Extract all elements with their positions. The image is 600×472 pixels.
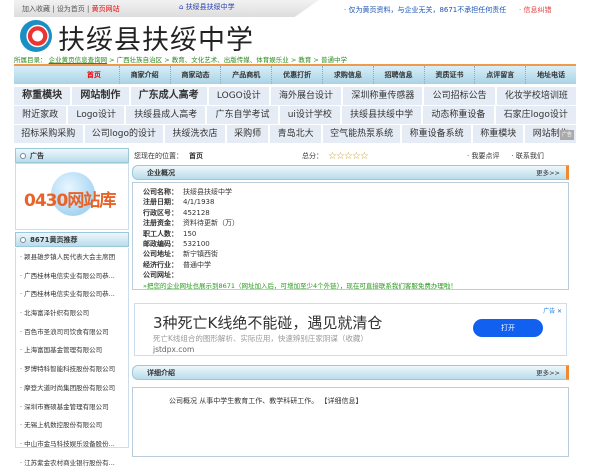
- nav-item[interactable]: 招聘信息: [372, 66, 424, 84]
- rating-stars[interactable]: ☆☆☆☆☆: [328, 151, 369, 162]
- recommend-header: 8671黄页推荐: [15, 232, 129, 247]
- info-row: 公司网址：: [143, 271, 178, 280]
- tag-link[interactable]: 石家庄logo设计: [495, 106, 576, 124]
- info-row: 邮政编码： 532100: [143, 239, 210, 248]
- tag-link[interactable]: 动态称重设备: [423, 106, 494, 124]
- tag-link[interactable]: 深圳称重传感器: [343, 87, 423, 105]
- tag-link[interactable]: 扶绥县成人高考: [126, 106, 206, 124]
- tag-link[interactable]: 网站制作: [72, 87, 129, 105]
- nav-item[interactable]: 求购信息: [321, 66, 373, 84]
- site-name-link[interactable]: 扶绥县扶绥中学: [186, 3, 235, 11]
- list-item[interactable]: · 上海富国基金管理有限公司: [16, 341, 128, 360]
- main-nav: 首页 商家介绍 商家动态 产品商机 优惠打折 求购信息 招聘信息 资质证书 点评留言 地址电话: [14, 64, 576, 84]
- list-item[interactable]: · 百色市圣浪司司饮食有限公司: [16, 323, 128, 342]
- tag-link[interactable]: 青岛北大: [270, 125, 321, 143]
- tag-link[interactable]: 称重设备系统: [402, 125, 471, 143]
- tag-link[interactable]: 公司招标公告: [424, 87, 495, 105]
- tag-link[interactable]: 公司logo的设计: [84, 125, 164, 143]
- tag-link[interactable]: 称重模块: [472, 125, 524, 143]
- contact-link[interactable]: · 联系我们: [511, 152, 555, 160]
- more-link[interactable]: 更多>>: [536, 366, 560, 380]
- list-item[interactable]: · 中山市金马科技娱乐设备股份...: [16, 435, 128, 454]
- tag-link[interactable]: LOGO设计: [208, 87, 269, 105]
- add-favorite-link[interactable]: 加入收藏: [22, 5, 50, 13]
- review-link[interactable]: · 我要点评: [467, 152, 511, 160]
- ad-open-button[interactable]: 打开: [473, 319, 543, 337]
- scroll-top-button[interactable]: 广告: [560, 130, 574, 140]
- house-icon: ⌂: [179, 3, 184, 11]
- text-ad[interactable]: 3种死亡K线绝不能碰，遇见就清仓 死亡K线组合的图形解析、实际应用，快速辨别庄家…: [134, 303, 567, 356]
- list-item[interactable]: · 无锡上机数控股份有限公司: [16, 416, 128, 435]
- tag-links: 称重模块 网站制作 广东成人高考 LOGO设计 海外展台设计 深圳称重传感器 公司招标公告化…: [14, 87, 577, 144]
- nav-item[interactable]: 商家动态: [169, 66, 221, 84]
- list-item[interactable]: · 广西桂林电信实业有限公司恭...: [16, 267, 128, 286]
- list-item[interactable]: · 北海富泽针织有限公司: [16, 304, 128, 323]
- top-bar: 加入收藏 | 设为首页 | 黄页网站 ⌂ 扶绥县扶绥中学 · 仅为黄页资料，与企…: [14, 0, 574, 17]
- breadcrumb-item[interactable]: 普通中学: [321, 56, 347, 64]
- detail-header: 详细介绍 更多>>: [132, 365, 569, 380]
- page-title: 扶绥县扶绥中学: [58, 25, 254, 56]
- tag-link[interactable]: Logo设计: [68, 106, 125, 124]
- tag-link[interactable]: 称重模块: [14, 87, 71, 105]
- more-link[interactable]: 更多>>: [536, 166, 560, 180]
- info-row: 注册资金： 资料待更新（万）: [143, 219, 239, 228]
- ad-subtitle: 死亡K线组合的图形解析、实际应用，快速辨别庄家阴谋（收藏）: [153, 334, 368, 343]
- info-row: 公司名称： 扶绥县扶绥中学: [143, 188, 232, 196]
- overview-header: 企业概况 更多>>: [132, 165, 569, 180]
- list-item[interactable]: · 摩登大道时尚集团股份有限公司: [16, 379, 128, 398]
- ad-close-icon[interactable]: 广告 ✕: [543, 306, 562, 315]
- nav-item[interactable]: 优惠打折: [271, 66, 322, 84]
- nav-item[interactable]: 产品商机: [220, 66, 271, 84]
- nav-item[interactable]: 地址电话: [525, 66, 576, 84]
- recommend-list: · 颍县雄步镇人民代表大会主席团 · 广西桂林电信实业有限公司恭... · 广西桂林…: [15, 248, 129, 467]
- list-item[interactable]: · 广西桂林电信实业有限公司恭...: [16, 285, 128, 304]
- disclaimer: · 仅为黄页资料，与企业无关，8671不承担任何责任: [344, 6, 507, 14]
- tag-link[interactable]: ui设计学校: [279, 106, 341, 124]
- tag-link[interactable]: 扶绥县扶绥中学: [342, 106, 422, 124]
- ad-title: 3种死亡K线绝不能碰，遇见就清仓: [153, 314, 383, 332]
- tag-link[interactable]: 扶绥洗衣店: [165, 125, 225, 143]
- tag-link[interactable]: 广东自学考试: [207, 106, 278, 124]
- list-item[interactable]: · 罗博特科智能科技股份有限公司: [16, 360, 128, 379]
- breadcrumb-item[interactable]: 教育: [298, 56, 311, 64]
- main-content: 您现在的位置： 首页 总分： ☆☆☆☆☆ · 我要点评 · 联系我们 企业概况 更多>>…: [132, 148, 576, 457]
- ad-banner[interactable]: 0430网站库: [15, 163, 129, 230]
- tag-link[interactable]: 空气能热泵系统: [322, 125, 401, 143]
- ad-header: 广告: [15, 148, 129, 163]
- nav-item[interactable]: 点评留言: [474, 66, 525, 84]
- info-row: 公司地址： 新宁镇西街: [143, 250, 218, 259]
- breadcrumb-item[interactable]: 企业黄页信息查询网: [49, 56, 108, 64]
- info-row: 行政区号： 452128: [143, 208, 210, 217]
- breadcrumb-item[interactable]: 教育、文化艺术、出版传媒、体育娱乐业: [172, 56, 289, 64]
- logo-icon: [20, 20, 52, 52]
- report-error-link[interactable]: · 信息纠错: [519, 5, 551, 15]
- set-homepage-link[interactable]: 设为首页: [57, 5, 85, 13]
- nav-item[interactable]: 资质证书: [423, 66, 475, 84]
- detail-box: 公司概况 从事中学生教育工作、教学科研工作。 【详细信息】: [132, 387, 569, 457]
- ad-url: jstdpx.com: [153, 345, 195, 354]
- tag-link[interactable]: 化妆学校培训班: [496, 87, 577, 105]
- tag-link[interactable]: 附近家政: [14, 106, 67, 124]
- tag-link[interactable]: 海外展台设计: [270, 87, 342, 105]
- list-item[interactable]: · 江苏紫金农村商业银行股份有...: [16, 454, 128, 472]
- info-row: 经济行业： 普通中学: [143, 260, 211, 269]
- list-item[interactable]: · 深圳市赛硕基金管理有限公司: [16, 398, 128, 417]
- promo-link[interactable]: »把您的企业网址也展示到8671（网址加入后，可增加至少4个外链），现在可直接联…: [143, 281, 558, 291]
- location: 您现在的位置： 首页: [134, 152, 203, 160]
- tag-link[interactable]: 广东成人高考: [130, 87, 207, 105]
- breadcrumb-item[interactable]: 广西壮族自治区: [117, 56, 163, 64]
- info-row: 职工人数： 150: [143, 229, 197, 238]
- nav-item[interactable]: 首页: [69, 66, 119, 84]
- overview-box: 公司名称： 扶绥县扶绥中学 注册日期： 4/1/1938 行政区号： 452128 注册资金…: [132, 182, 569, 290]
- tag-link[interactable]: 招标采购采购: [14, 125, 83, 143]
- tag-link[interactable]: 采购师: [226, 125, 269, 143]
- yellow-pages-link[interactable]: 黄页网站: [92, 5, 120, 13]
- breadcrumb: 所属目录： 企业黄页信息查询网 > 广西壮族自治区 > 教育、文化艺术、出版传媒…: [14, 56, 347, 64]
- info-row: 注册日期： 4/1/1938: [143, 198, 215, 207]
- nav-item[interactable]: 商家介绍: [118, 66, 170, 84]
- score: 总分： ☆☆☆☆☆: [302, 151, 369, 162]
- list-item[interactable]: · 颍县雄步镇人民代表大会主席团: [16, 248, 128, 267]
